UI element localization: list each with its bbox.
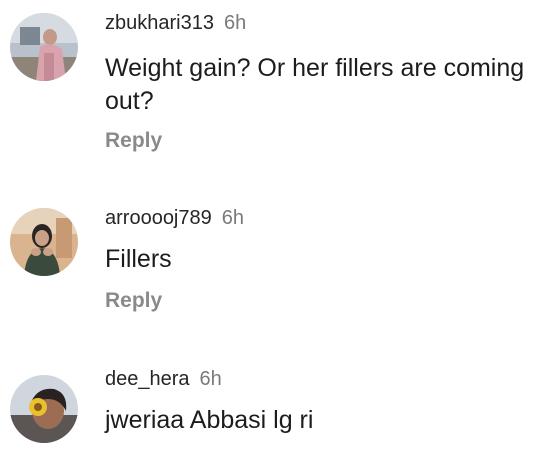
avatar[interactable] — [10, 375, 78, 443]
username[interactable]: dee_hera — [105, 368, 190, 390]
timestamp: 6h — [221, 207, 244, 229]
timestamp: 6h — [223, 12, 247, 34]
comment-text-line: Weight gain? Or her fillers are coming — [105, 54, 525, 82]
comment-item: arrooooj789 6h Fillers Reply — [0, 195, 559, 335]
comment-item: zbukhari313 6h Weight gain? Or her filler… — [0, 0, 559, 170]
reply-button[interactable]: Reply — [105, 288, 162, 314]
comment-meta: zbukhari313 6h — [105, 11, 246, 35]
comment-meta: dee_hera 6h — [105, 367, 222, 391]
username[interactable]: zbukhari313 — [105, 12, 214, 34]
avatar[interactable] — [10, 13, 78, 81]
avatar-image — [10, 375, 78, 443]
reply-button[interactable]: Reply — [105, 128, 162, 154]
avatar-image — [10, 13, 78, 81]
avatar[interactable] — [10, 208, 78, 276]
comment-item: dee_hera 6h jweriaa Abbasi lg ri — [0, 365, 559, 451]
comment-text: Weight gain? Or her fillers are coming o… — [105, 52, 555, 118]
username[interactable]: arrooooj789 — [105, 207, 212, 229]
comment-text: Fillers — [105, 245, 172, 273]
comment-text-line: out? — [105, 87, 154, 115]
avatar-image — [10, 208, 78, 276]
comment-text: jweriaa Abbasi lg ri — [105, 406, 314, 434]
timestamp: 6h — [199, 368, 222, 390]
comment-meta: arrooooj789 6h — [105, 206, 244, 230]
